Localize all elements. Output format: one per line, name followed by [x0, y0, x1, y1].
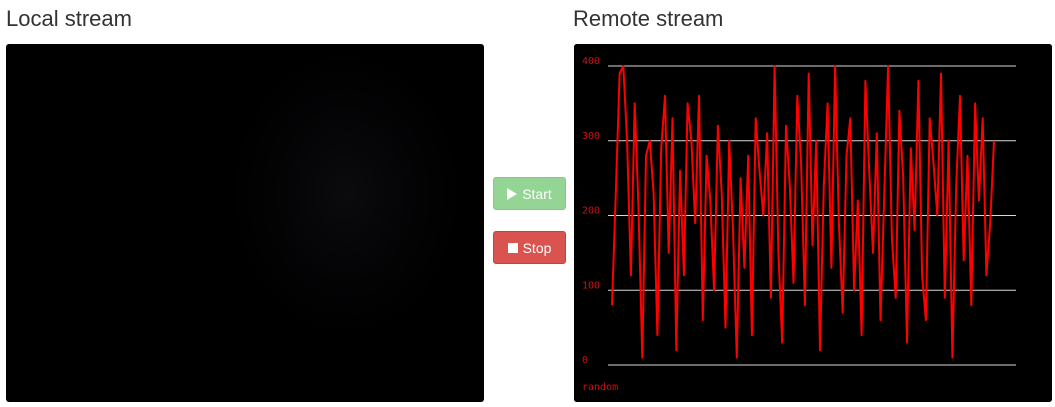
- remote-video: 0 100 200 300 400 random: [574, 44, 1052, 402]
- y-tick-label-200: 200: [582, 206, 600, 217]
- stop-button-label: Stop: [522, 239, 552, 256]
- remote-stream-chart: 0 100 200 300 400 random: [574, 44, 1052, 402]
- local-video: [6, 44, 484, 402]
- y-tick-label-0: 0: [582, 355, 588, 366]
- stop-icon: [507, 242, 518, 253]
- stop-button[interactable]: Stop: [493, 231, 566, 264]
- y-tick-label-300: 300: [582, 131, 600, 142]
- series-label-random: random: [582, 382, 618, 393]
- y-tick-label-400: 400: [582, 56, 600, 67]
- start-button[interactable]: Start: [493, 177, 566, 210]
- remote-stream-heading: Remote stream: [573, 6, 724, 31]
- play-icon: [507, 187, 518, 200]
- start-button-label: Start: [522, 185, 552, 202]
- local-stream-heading: Local stream: [6, 6, 132, 31]
- y-tick-label-100: 100: [582, 280, 600, 291]
